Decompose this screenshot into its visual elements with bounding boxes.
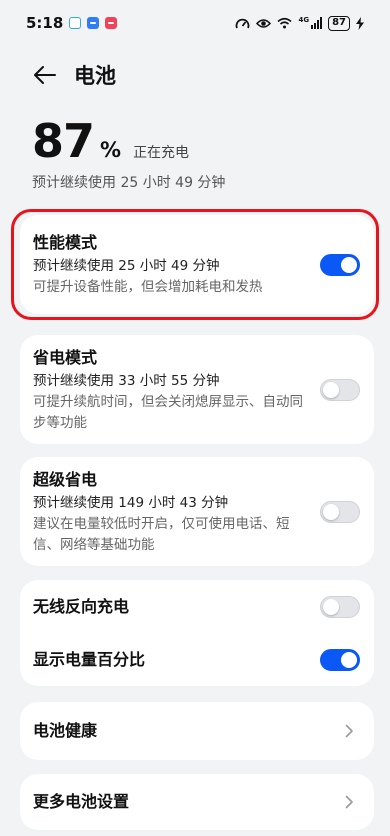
- show-percentage-row[interactable]: 显示电量百分比: [20, 633, 374, 686]
- options-card: 无线反向充电 显示电量百分比: [20, 580, 374, 686]
- back-button[interactable]: [30, 60, 60, 90]
- power-saving-description: 可提升续航时间，但会关闭熄屏显示、自动同步等功能: [33, 393, 303, 431]
- eye-icon: [256, 18, 272, 28]
- battery-level: 87: [32, 114, 95, 168]
- status-bar: 5:18 4G 87: [0, 0, 390, 46]
- header: 电池: [0, 52, 390, 98]
- toggle-knob: [323, 381, 339, 398]
- status-right: 4G 87: [235, 15, 364, 31]
- battery-icon: 87: [328, 15, 350, 31]
- show-percentage-label: 显示电量百分比: [33, 649, 146, 669]
- show-percentage-toggle[interactable]: [320, 648, 360, 671]
- cloud-app-icon: [69, 17, 82, 29]
- performance-mode-toggle[interactable]: [320, 253, 360, 276]
- arrow-left-icon: [34, 66, 56, 84]
- super-power-saving-remaining: 预计继续使用 149 小时 43 分钟: [33, 494, 229, 511]
- battery-percent-sign: %: [100, 138, 122, 162]
- charging-bolt-icon: [356, 16, 364, 30]
- toggle-knob: [323, 503, 339, 520]
- battery-level-row: 87 % 正在充电: [32, 116, 225, 166]
- chat-notification-icon: [87, 17, 100, 29]
- chevron-right-icon: [345, 724, 353, 738]
- battery-health-row[interactable]: 电池健康: [20, 702, 374, 760]
- chevron-right-icon: [345, 795, 353, 809]
- more-settings-row[interactable]: 更多电池设置: [20, 774, 374, 830]
- power-saving-title: 省电模式: [33, 347, 98, 367]
- cellular-signal-icon: 4G: [298, 16, 323, 29]
- super-power-saving-title: 超级省电: [33, 469, 98, 489]
- speedometer-icon: [236, 18, 250, 28]
- battery-health-label: 电池健康: [33, 721, 98, 740]
- more-settings-card[interactable]: 更多电池设置: [20, 774, 374, 830]
- performance-mode-description: 可提升设备性能，但会增加耗电和发热: [33, 279, 263, 295]
- reverse-wireless-toggle[interactable]: [320, 595, 360, 618]
- status-time: 5:18: [26, 14, 64, 32]
- performance-mode-card[interactable]: 性能模式 预计继续使用 25 小时 49 分钟 可提升设备性能，但会增加耗电和发…: [20, 215, 374, 314]
- page-title: 电池: [74, 64, 116, 88]
- status-left: 5:18: [26, 14, 118, 32]
- battery-health-card[interactable]: 电池健康: [20, 702, 374, 760]
- more-settings-label: 更多电池设置: [33, 792, 130, 811]
- power-saving-row[interactable]: 省电模式 预计继续使用 33 小时 55 分钟 可提升续航时间，但会关闭熄屏显示…: [20, 335, 374, 444]
- toggle-knob: [341, 256, 357, 273]
- charging-status: 正在充电: [133, 145, 190, 161]
- toggle-knob: [341, 651, 357, 668]
- power-saving-toggle[interactable]: [320, 378, 360, 401]
- power-saving-remaining: 预计继续使用 33 小时 55 分钟: [33, 372, 220, 389]
- performance-mode-remaining: 预计继续使用 25 小时 49 分钟: [33, 258, 220, 274]
- super-power-saving-toggle[interactable]: [320, 500, 360, 523]
- reverse-wireless-label: 无线反向充电: [33, 596, 130, 616]
- wifi-icon: [277, 17, 292, 29]
- reverse-wireless-row[interactable]: 无线反向充电: [20, 580, 374, 633]
- network-type: 4G: [298, 16, 310, 24]
- estimated-remaining: 预计继续使用 25 小时 49 分钟: [32, 175, 226, 191]
- super-power-saving-description: 建议在电量较低时开启，仅可使用电话、短信、网络等基础功能: [33, 515, 290, 553]
- super-power-saving-card[interactable]: 超级省电 预计继续使用 149 小时 43 分钟 建议在电量较低时开启，仅可使用…: [20, 457, 374, 566]
- super-power-saving-row[interactable]: 超级省电 预计继续使用 149 小时 43 分钟 建议在电量较低时开启，仅可使用…: [20, 457, 374, 566]
- performance-mode-row[interactable]: 性能模式 预计继续使用 25 小时 49 分钟 可提升设备性能，但会增加耗电和发…: [20, 215, 374, 314]
- red-notification-icon: [105, 17, 118, 29]
- battery-summary: 87 % 正在充电 预计继续使用 25 小时 49 分钟: [32, 116, 225, 192]
- performance-mode-title: 性能模式: [33, 233, 98, 252]
- toggle-knob: [323, 598, 339, 615]
- power-saving-card[interactable]: 省电模式 预计继续使用 33 小时 55 分钟 可提升续航时间，但会关闭熄屏显示…: [20, 335, 374, 444]
